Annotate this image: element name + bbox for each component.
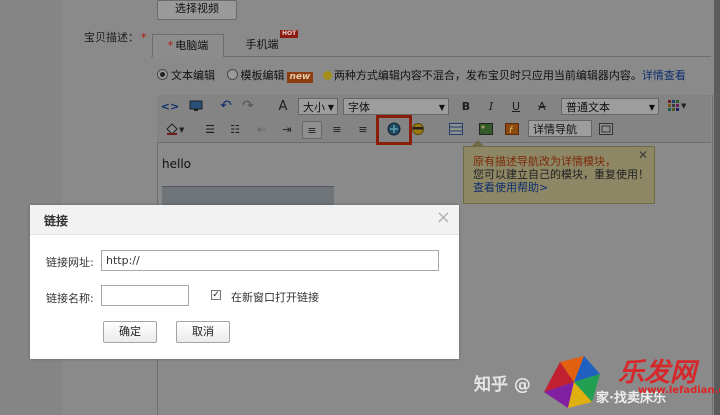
dialog-header: 链接 ×: [30, 205, 459, 235]
svg-text:▼: ▼: [179, 126, 185, 134]
cancel-button[interactable]: 取消: [176, 321, 230, 343]
site-url: www.lefadian.com.cn: [638, 385, 720, 396]
undo-icon[interactable]: ↶: [217, 98, 235, 114]
tab-mobile-label: 手机端: [245, 38, 279, 51]
details-link[interactable]: 详情查看: [642, 69, 686, 82]
link-name-input[interactable]: [101, 285, 189, 306]
paragraph-format-label: 普通文本: [566, 101, 610, 114]
help-link[interactable]: 查看使用帮助>: [473, 181, 654, 194]
table-grid-icon[interactable]: ▼: [665, 98, 689, 114]
required-mark: *: [167, 39, 174, 52]
ok-button[interactable]: 确定: [103, 321, 157, 343]
align-left-icon[interactable]: ≡: [302, 121, 322, 139]
detail-nav-button[interactable]: 详情导航: [528, 120, 592, 137]
format-painter-icon[interactable]: A: [274, 98, 292, 114]
tooltip-line-2: 您可以建立自己的模块，重复使用！: [473, 168, 649, 181]
numbered-list-icon[interactable]: ☷: [226, 121, 244, 137]
align-center-icon[interactable]: ≡: [328, 121, 346, 137]
italic-button[interactable]: I: [482, 98, 500, 114]
new-badge: new: [286, 72, 314, 83]
page: 选择视频 宝贝描述： * * 电脑端 手机端 HOT 文本编辑 模板编辑 new 两种…: [0, 0, 720, 415]
dialog-title: 链接: [44, 214, 69, 228]
description-label: 宝贝描述： *: [84, 29, 147, 45]
flash-icon[interactable]: f: [503, 121, 521, 137]
description-label-text: 宝贝描述：: [84, 31, 139, 44]
editor-content-text: hello: [162, 157, 191, 171]
font-family-label: 字体: [348, 101, 370, 114]
tab-pc[interactable]: * 电脑端: [152, 34, 224, 57]
redo-icon[interactable]: ↷: [239, 98, 257, 114]
detail-nav-label: 详情导航: [533, 123, 577, 136]
new-window-label[interactable]: 在新窗口打开链接: [231, 289, 319, 305]
editor-toolbar: <> ↶ ↷ A 大小 ▼ 字体 ▼ B I U A 普通文本 ▼ ▼ ▼ ☰ ☷ ⇤…: [157, 95, 711, 143]
bold-button[interactable]: B: [457, 98, 475, 114]
tooltip-line-1: 原有描述导航改为详情模块，: [473, 155, 616, 168]
fullscreen-icon[interactable]: [597, 121, 615, 137]
link-tool-highlight: [376, 115, 412, 145]
link-dialog: 链接 ×: [30, 205, 459, 359]
indent-icon[interactable]: ⇥: [278, 121, 296, 137]
tabs-divider: [151, 56, 711, 57]
new-window-checkbox[interactable]: ✓: [211, 290, 221, 300]
chevron-down-icon: ▼: [648, 103, 655, 112]
align-right-icon[interactable]: ≡: [354, 121, 372, 137]
select-video-button[interactable]: 选择视频: [157, 0, 237, 20]
template-edit-radio[interactable]: [226, 69, 238, 80]
site-logo-text: 乐发网: [618, 358, 697, 388]
link-name-label: 链接名称:: [46, 292, 94, 305]
font-size-label: 大小: [303, 101, 325, 114]
source-code-icon[interactable]: <>: [161, 98, 179, 114]
strikethrough-button[interactable]: A: [533, 98, 551, 114]
template-edit-label[interactable]: 模板编辑: [241, 69, 285, 82]
right-scrollbar[interactable]: [714, 0, 720, 415]
close-icon[interactable]: ✕: [638, 149, 648, 162]
lightbulb-icon: [322, 71, 332, 80]
font-family-dropdown[interactable]: 字体 ▼: [343, 98, 449, 115]
required-mark: *: [141, 31, 147, 44]
fill-color-icon[interactable]: ▼: [163, 121, 187, 137]
text-edit-radio[interactable]: [157, 69, 168, 80]
edit-mode-notice: 两种方式编辑内容不混合，发布宝贝时只应用当前编辑器内容。: [333, 69, 642, 82]
outdent-icon[interactable]: ⇤: [253, 121, 271, 137]
chevron-down-icon: ▼: [438, 103, 445, 112]
url-label: 链接网址:: [46, 256, 94, 269]
chevron-down-icon: ▼: [327, 103, 334, 112]
font-size-dropdown[interactable]: 大小 ▼: [298, 98, 338, 115]
insert-table-icon[interactable]: [447, 121, 465, 137]
underline-button[interactable]: U: [507, 98, 525, 114]
paragraph-format-dropdown[interactable]: 普通文本 ▼: [561, 98, 659, 115]
hot-badge: HOT: [280, 30, 299, 38]
colorful-logo-icon: [544, 356, 600, 408]
tab-pc-label: 电脑端: [175, 39, 209, 52]
insert-image-icon[interactable]: [477, 121, 495, 137]
close-icon[interactable]: ×: [436, 209, 451, 227]
url-input[interactable]: [101, 250, 439, 271]
preview-icon[interactable]: [187, 98, 205, 114]
text-edit-label[interactable]: 文本编辑: [171, 69, 215, 82]
bulleted-list-icon[interactable]: ☰: [201, 121, 219, 137]
detail-module-tooltip: 原有描述导航改为详情模块， 您可以建立自己的模块，重复使用！ 查看使用帮助> ✕: [463, 146, 655, 204]
edit-mode-row: 文本编辑 模板编辑 new 两种方式编辑内容不混合，发布宝贝时只应用当前编辑器内容…: [157, 67, 686, 83]
zhihu-watermark: 知乎 @: [474, 375, 531, 395]
svg-text:▼: ▼: [681, 102, 686, 110]
